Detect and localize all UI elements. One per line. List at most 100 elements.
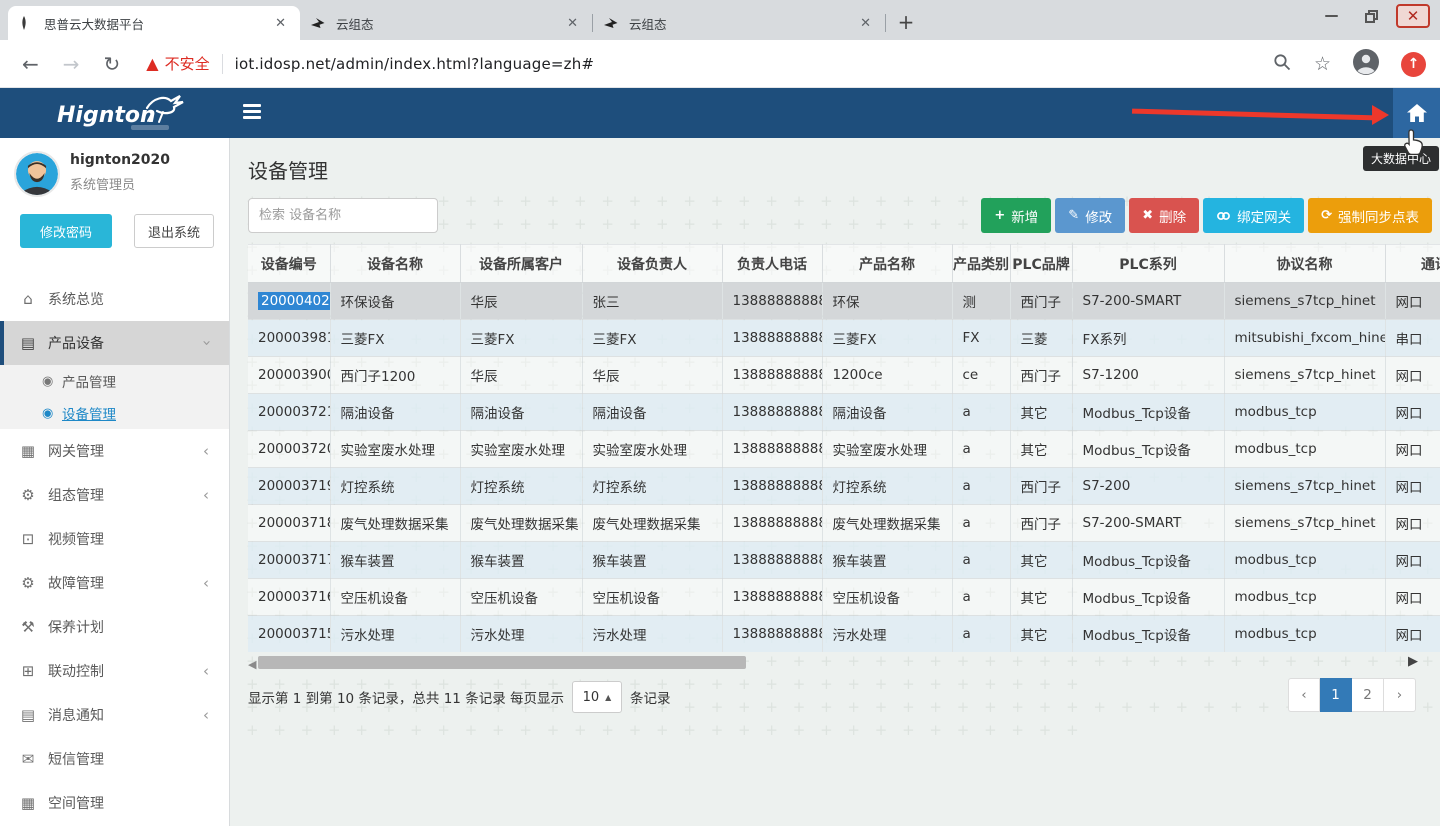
table-cell: 其它: [1010, 394, 1072, 431]
column-header[interactable]: 负责人电话: [722, 245, 822, 283]
column-header[interactable]: 通讯: [1385, 245, 1440, 283]
bookmark-star-icon[interactable]: ☆: [1314, 53, 1331, 75]
add-button[interactable]: +新增: [981, 198, 1051, 233]
force-sync-button[interactable]: ⟳强制同步点表: [1308, 198, 1432, 233]
column-header[interactable]: 产品类别: [952, 245, 1010, 283]
table-cell: Modbus_Tcp设备: [1072, 579, 1224, 616]
table-cell: 空压机设备: [460, 579, 582, 616]
reload-icon[interactable]: ↻: [104, 52, 121, 76]
page-size-value: 10: [583, 690, 600, 705]
hscroll-thumb[interactable]: [258, 656, 746, 669]
annotation-arrow-head: [1372, 105, 1389, 125]
zoom-icon[interactable]: [1273, 53, 1292, 76]
sidebar-item-video-manage[interactable]: ⊡ 视频管理: [0, 517, 229, 561]
modules-icon: ▦: [18, 794, 38, 812]
sidebar-item-linkage-control[interactable]: ⊞联动控制‹: [0, 649, 229, 693]
sidebar-item-maintenance-plan[interactable]: ⚒保养计划: [0, 605, 229, 649]
table-cell: 猴车装置: [460, 542, 582, 579]
sidebar-item-label: 视频管理: [48, 529, 104, 549]
column-header[interactable]: 设备名称: [330, 245, 460, 283]
sidebar-item-product-manage[interactable]: ◉产品管理: [0, 365, 229, 397]
avatar[interactable]: [14, 151, 60, 197]
close-tab-icon[interactable]: ✕: [563, 16, 582, 31]
browser-tab[interactable]: 思普云大数据平台✕: [8, 6, 300, 40]
table-cell: 空压机设备: [822, 579, 952, 616]
table-cell: 200003715: [248, 616, 330, 653]
chevron-down-icon: ‹: [197, 340, 215, 346]
security-warning-icon[interactable]: ▲: [146, 54, 158, 73]
column-header[interactable]: PLC品牌: [1010, 245, 1072, 283]
table-cell: FX: [952, 320, 1010, 357]
restore-button[interactable]: [1356, 4, 1386, 28]
browser-tab[interactable]: 云组态✕: [300, 6, 592, 40]
table-row[interactable]: 200003721隔油设备隔油设备隔油设备13888888888隔油设备a其它M…: [248, 394, 1440, 431]
new-tab-button[interactable]: +: [892, 9, 920, 37]
table-row[interactable]: 200003716空压机设备空压机设备空压机设备13888888888空压机设备…: [248, 579, 1440, 616]
chevron-left-icon: ‹: [203, 442, 209, 460]
column-header[interactable]: 设备负责人: [582, 245, 722, 283]
change-password-button[interactable]: 修改密码: [20, 214, 112, 248]
back-icon[interactable]: ←: [22, 52, 39, 76]
table-row[interactable]: 200003718废气处理数据采集废气处理数据采集废气处理数据采集1388888…: [248, 505, 1440, 542]
table-row[interactable]: 200003720实验室废水处理实验室废水处理实验室废水处理1388888888…: [248, 431, 1440, 468]
page-button[interactable]: 2: [1352, 678, 1384, 712]
table-cell: 实验室废水处理: [330, 431, 460, 468]
table-row[interactable]: 200004029环保设备华辰张三13888888888环保测西门子S7-200…: [248, 283, 1440, 320]
table-cell: 其它: [1010, 542, 1072, 579]
sidebar-item-space-manage[interactable]: ▦空间管理: [0, 781, 229, 825]
sidebar-item-device-manage[interactable]: ◉设备管理: [0, 397, 229, 429]
sitemap-icon: ⊞: [18, 662, 38, 680]
table-row[interactable]: 200003981三菱FX三菱FX三菱FX13888888888三菱FXFX三菱…: [248, 320, 1440, 357]
column-header[interactable]: 设备所属客户: [460, 245, 582, 283]
sidebar-item-gateway-manage[interactable]: ▦网关管理‹: [0, 429, 229, 473]
column-header[interactable]: PLC系列: [1072, 245, 1224, 283]
monitor-icon: ⊡: [18, 530, 38, 548]
table-cell: modbus_tcp: [1224, 616, 1385, 653]
close-tab-icon[interactable]: ✕: [856, 16, 875, 31]
table-cell: 13888888888: [722, 505, 822, 542]
close-button[interactable]: ✕: [1396, 4, 1430, 28]
table-row[interactable]: 200003719灯控系统灯控系统灯控系统13888888888灯控系统a西门子…: [248, 468, 1440, 505]
table-cell: 西门子: [1010, 357, 1072, 394]
sidebar-toggle-icon[interactable]: [243, 104, 263, 122]
table-cell: 废气处理数据采集: [822, 505, 952, 542]
next-page-button[interactable]: ›: [1384, 678, 1416, 712]
table-cell: modbus_tcp: [1224, 394, 1385, 431]
edit-button[interactable]: ✎修改: [1055, 198, 1125, 233]
logout-button[interactable]: 退出系统: [134, 214, 214, 248]
sidebar-item-product-device[interactable]: ▤产品设备‹: [0, 321, 229, 365]
security-warning-label[interactable]: 不安全: [165, 53, 210, 74]
page-button[interactable]: 1: [1320, 678, 1352, 712]
table-cell: 三菱FX: [330, 320, 460, 357]
table-cell: 三菱FX: [460, 320, 582, 357]
book-icon: ▤: [18, 334, 38, 352]
hscroll-right-icon[interactable]: ▶: [1408, 654, 1418, 669]
page-size-select[interactable]: 10 ▲: [572, 681, 622, 713]
browser-window: 思普云大数据平台✕云组态✕云组态✕ + ✕ ← → ↻ ▲ 不安全 iot.id…: [0, 0, 1440, 826]
close-tab-icon[interactable]: ✕: [271, 16, 290, 31]
sidebar-item-scada-manage[interactable]: ⚙组态管理‹: [0, 473, 229, 517]
forward-icon[interactable]: →: [63, 52, 80, 76]
delete-button[interactable]: ✖删除: [1129, 198, 1199, 233]
bind-gateway-button[interactable]: 绑定网关: [1203, 198, 1304, 233]
column-header[interactable]: 设备编号: [248, 245, 330, 283]
column-header[interactable]: 产品名称: [822, 245, 952, 283]
table-row[interactable]: 200003715污水处理污水处理污水处理13888888888污水处理a其它M…: [248, 616, 1440, 653]
minimize-button[interactable]: [1316, 4, 1346, 28]
prev-page-button[interactable]: ‹: [1288, 678, 1320, 712]
browser-update-icon[interactable]: ↑: [1401, 52, 1426, 77]
table-cell: 猴车装置: [582, 542, 722, 579]
column-header[interactable]: 协议名称: [1224, 245, 1385, 283]
sidebar-item-message-notify[interactable]: ▤消息通知‹: [0, 693, 229, 737]
profile-avatar-icon[interactable]: [1353, 49, 1379, 79]
table-cell: modbus_tcp: [1224, 431, 1385, 468]
hscroll-left-icon[interactable]: ◀: [248, 658, 256, 671]
sidebar-item-fault-manage[interactable]: ⚙故障管理‹: [0, 561, 229, 605]
search-input[interactable]: [248, 198, 438, 233]
table-row[interactable]: 200003900西门子1200华辰华辰138888888881200cece西…: [248, 357, 1440, 394]
sidebar-item-sms-manage[interactable]: ✉短信管理: [0, 737, 229, 781]
sidebar-item-system-overview[interactable]: ⌂系统总览: [0, 277, 229, 321]
browser-tab[interactable]: 云组态✕: [593, 6, 885, 40]
table-row[interactable]: 200003717猴车装置猴车装置猴车装置13888888888猴车装置a其它M…: [248, 542, 1440, 579]
address-text[interactable]: iot.idosp.net/admin/index.html?language=…: [235, 55, 595, 73]
